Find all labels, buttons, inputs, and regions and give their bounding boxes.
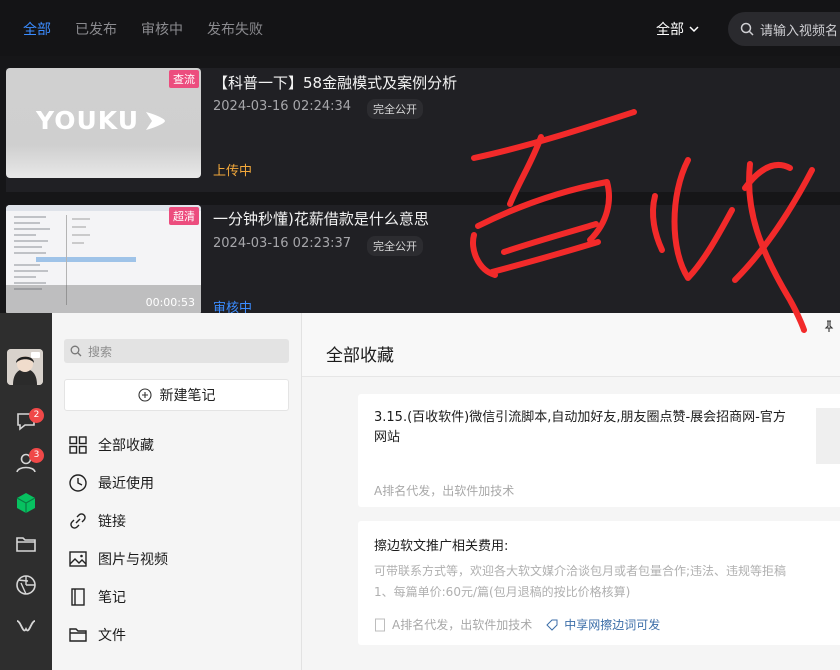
nav-links[interactable]: 链接 <box>68 506 126 536</box>
card-source: A排名代发，出软件加技术 <box>392 618 533 632</box>
plus-circle-icon <box>137 388 152 402</box>
video-row[interactable]: YOUKU 查流 【科普一下】58金融模式及案例分析 2024-03-16 02… <box>6 68 840 192</box>
contacts-unread-badge: 3 <box>29 448 44 463</box>
pin-icon[interactable] <box>822 319 836 333</box>
image-icon <box>69 551 87 567</box>
quality-badge: 超清 <box>169 207 199 225</box>
video-title[interactable]: 【科普一下】58金融模式及案例分析 <box>213 72 457 93</box>
tab-reviewing[interactable]: 审核中 <box>141 19 183 39</box>
folder-icon[interactable] <box>14 532 38 556</box>
filter-dropdown[interactable]: 全部 <box>656 19 700 39</box>
tab-published[interactable]: 已发布 <box>75 19 117 39</box>
tag-icon <box>546 619 558 631</box>
new-note-label: 新建笔记 <box>159 388 216 404</box>
video-search-input[interactable]: 请输入视频名 <box>728 12 840 46</box>
wechat-favorites-window: 2 3 搜索 新建笔记 全部收藏 最近使用 链接 图片与视频 笔记 文件 全部收… <box>0 313 840 670</box>
page-title: 全部收藏 <box>326 346 394 366</box>
favorites-main: 全部收藏 3.15.(百收软件)微信引流脚本,自动加好友,朋友圈点赞-展会招商网… <box>302 313 840 670</box>
card-meta: A排名代发，出软件加技术 中享网擦边词可发 <box>374 616 660 633</box>
filter-label: 全部 <box>656 22 684 38</box>
card-source: A排名代发，出软件加技术 <box>374 484 515 498</box>
favorites-side-panel: 搜索 新建笔记 全部收藏 最近使用 链接 图片与视频 笔记 文件 <box>52 313 302 670</box>
new-note-button[interactable]: 新建笔记 <box>64 379 289 411</box>
visibility-badge: 完全公开 <box>367 236 423 256</box>
clock-icon <box>69 474 87 492</box>
tab-failed[interactable]: 发布失败 <box>207 19 263 39</box>
video-date: 2024-03-16 02:24:34 <box>213 99 352 114</box>
favorite-card[interactable]: 擦边软文推广相关费用: 可带联系方式等，欢迎各大软文媒介洽谈包月或者包量合作;违… <box>358 521 840 645</box>
video-thumbnail[interactable]: YOUKU 查流 <box>6 68 201 178</box>
card-title: 擦边软文推广相关费用: <box>374 539 509 554</box>
nav-images-videos[interactable]: 图片与视频 <box>68 544 168 574</box>
nav-label: 最近使用 <box>98 476 154 492</box>
nav-files[interactable]: 文件 <box>68 620 126 650</box>
card-title: 3.15.(百收软件)微信引流脚本,自动加好友,朋友圈点赞-展会招商网-官方网站 <box>374 410 786 445</box>
wechat-icon-bar: 2 3 <box>0 313 52 670</box>
moments-icon[interactable] <box>14 573 38 597</box>
nav-label: 全部收藏 <box>98 438 154 454</box>
card-line: 可带联系方式等，欢迎各大软文媒介洽谈包月或者包量合作;违法、违规等拒稿 <box>374 564 787 578</box>
tab-all[interactable]: 全部 <box>23 19 51 39</box>
grid-icon <box>69 436 87 454</box>
link-icon <box>70 513 86 529</box>
video-title[interactable]: 一分钟秒懂)花薪借款是什么意思 <box>213 208 429 229</box>
search-placeholder: 请输入视频名 <box>760 23 839 39</box>
favorites-cube-icon[interactable] <box>14 491 38 515</box>
notebook-icon <box>71 588 85 606</box>
screenshot-root: 全部 已发布 审核中 发布失败 全部 请输入视频名 YOUKU 查流 【科普一下… <box>0 0 840 670</box>
avatar-image <box>7 349 43 385</box>
quality-badge: 查流 <box>169 70 199 88</box>
favorites-header: 全部收藏 <box>302 313 840 377</box>
search-icon <box>740 22 754 36</box>
nav-label: 文件 <box>98 628 126 644</box>
nav-recent[interactable]: 最近使用 <box>68 468 154 498</box>
channels-icon[interactable] <box>14 615 38 639</box>
video-thumbnail[interactable]: 超清 00:00:53 <box>6 205 201 315</box>
nav-label: 链接 <box>98 514 126 530</box>
nav-label: 图片与视频 <box>98 552 168 568</box>
visibility-badge: 完全公开 <box>367 99 423 119</box>
favorite-card[interactable]: 3.15.(百收软件)微信引流脚本,自动加好友,朋友圈点赞-展会招商网-官方网站… <box>358 394 840 507</box>
youku-logo: YOUKU <box>36 106 167 135</box>
nav-all-favorites[interactable]: 全部收藏 <box>68 430 154 460</box>
nav-notes[interactable]: 笔记 <box>68 582 126 612</box>
favorites-search-input[interactable]: 搜索 <box>64 339 289 363</box>
document-icon <box>375 618 385 631</box>
search-icon <box>70 345 82 357</box>
nav-label: 笔记 <box>98 590 126 606</box>
card-line: 1、每篇单价:60元/篇(包月退稿的按比价格核算) <box>374 585 631 599</box>
video-date: 2024-03-16 02:23:37 <box>213 236 352 251</box>
card-thumbnail <box>816 408 840 464</box>
folder-icon <box>69 628 87 642</box>
chat-unread-badge: 2 <box>29 408 44 423</box>
video-duration: 00:00:53 <box>145 296 195 309</box>
search-placeholder: 搜索 <box>88 344 113 359</box>
video-row[interactable]: 超清 00:00:53 一分钟秒懂)花薪借款是什么意思 2024-03-16 0… <box>6 205 840 329</box>
play-arrow-icon <box>146 111 165 130</box>
card-tag[interactable]: 中享网擦边词可发 <box>564 616 660 633</box>
video-status: 上传中 <box>213 164 253 179</box>
avatar[interactable] <box>7 349 43 385</box>
chevron-down-icon <box>689 26 699 33</box>
video-manager-topbar: 全部 已发布 审核中 发布失败 全部 请输入视频名 <box>0 0 840 56</box>
